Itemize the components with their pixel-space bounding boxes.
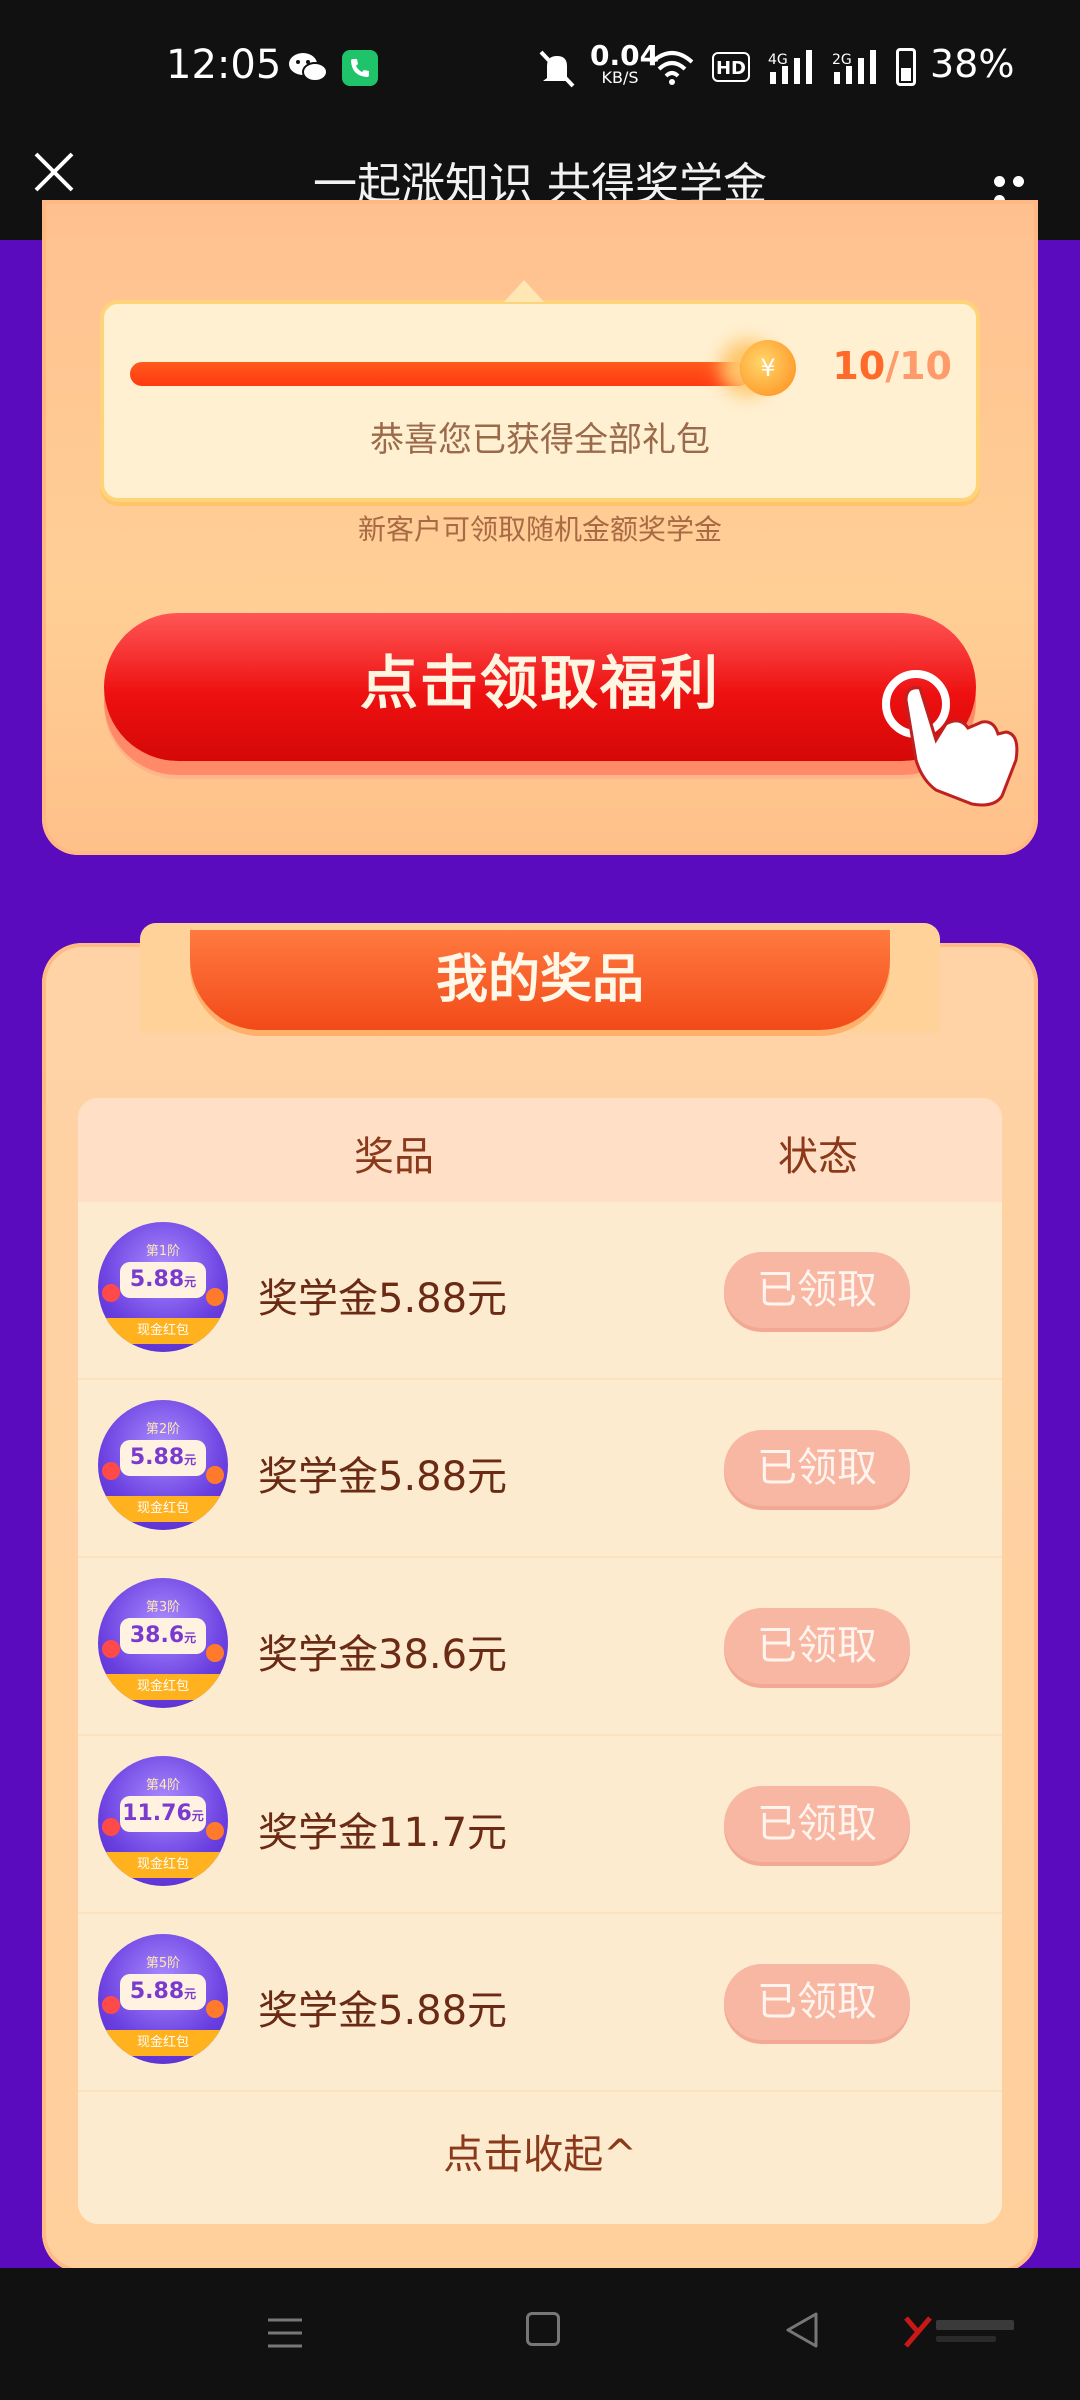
stage-label: 第2阶: [145, 1422, 181, 1437]
progress-current: 10: [832, 344, 886, 388]
stage-label: 第1阶: [145, 1244, 181, 1259]
battery-percent: 38%: [930, 42, 1015, 86]
signal-icon: 2G: [832, 50, 876, 84]
claimed-status-button[interactable]: 已领取: [724, 1430, 910, 1506]
prize-name: 奖学金11.7元: [258, 1810, 508, 1856]
watermark-logo: [904, 2316, 1014, 2348]
hd-icon: HD: [712, 52, 750, 82]
column-header-prize: 奖品: [354, 1134, 434, 1180]
amount-label: 5.88元: [120, 1974, 206, 2010]
navigation-bar: [0, 2268, 1080, 2400]
band-label: 现金红包: [98, 1318, 228, 1344]
progress-count: 10/10: [832, 344, 952, 388]
amount-label: 38.6元: [120, 1618, 206, 1654]
claimed-status-button[interactable]: 已领取: [724, 1786, 910, 1862]
band-label: 现金红包: [98, 1852, 228, 1878]
red-packet-thumbnail: 第2阶 5.88元 现金红包: [98, 1400, 228, 1530]
table-row: 第3阶 38.6元 现金红包 奖学金38.6元 已领取: [78, 1558, 1002, 1736]
table-row: 第5阶 5.88元 现金红包 奖学金5.88元 已领取: [78, 1914, 1002, 2092]
prize-name: 奖学金5.88元: [258, 1454, 508, 1500]
column-header-status: 状态: [778, 1134, 858, 1180]
net-speed-unit: KB/S: [601, 68, 639, 87]
prize-name: 奖学金38.6元: [258, 1632, 508, 1678]
red-packet-thumbnail: 第4阶 11.76元 现金红包: [98, 1756, 228, 1886]
coin-icon: ¥: [740, 340, 796, 396]
wifi-icon: [650, 51, 694, 85]
new-customer-note: 新客户可领取随机金额奖学金: [357, 513, 722, 546]
claimed-status-button[interactable]: 已领取: [724, 1964, 910, 2040]
signal-icon: 4G: [768, 50, 812, 84]
home-icon[interactable]: [526, 2312, 560, 2346]
prize-name: 奖学金5.88元: [258, 1988, 508, 2034]
progress-box: ¥ 10/10 恭喜您已获得全部礼包: [100, 280, 980, 502]
amount-label: 5.88元: [120, 1262, 206, 1298]
table-row: 第1阶 5.88元 现金红包 奖学金5.88元 已领取: [78, 1202, 1002, 1380]
stage-label: 第5阶: [145, 1956, 181, 1971]
prize-name: 奖学金5.88元: [258, 1276, 508, 1322]
battery-icon: [896, 48, 916, 86]
mute-icon: [539, 50, 575, 88]
red-packet-thumbnail: 第1阶 5.88元 现金红包: [98, 1222, 228, 1352]
progress-bar: [130, 362, 750, 386]
signal-2-label: 2G: [832, 52, 852, 68]
band-label: 现金红包: [98, 1496, 228, 1522]
band-label: 现金红包: [98, 2030, 228, 2056]
stage-label: 第4阶: [145, 1778, 181, 1793]
more-icon[interactable]: [994, 172, 1046, 206]
status-time: 12:05: [166, 42, 282, 88]
back-icon[interactable]: [782, 2310, 822, 2350]
claimed-status-button[interactable]: 已领取: [724, 1252, 910, 1328]
wechat-icon: [289, 53, 328, 82]
red-packet-thumbnail: 第3阶 38.6元 现金红包: [98, 1578, 228, 1708]
menu-icon[interactable]: [266, 2314, 304, 2352]
claim-welfare-button[interactable]: 点击领取福利: [104, 613, 976, 761]
prize-table: 奖品 状态 第1阶 5.88元 现金红包 奖学金5.88元 已领取 第2阶 5.…: [78, 1098, 1002, 2224]
stage-label: 第3阶: [145, 1600, 181, 1615]
table-row: 第2阶 5.88元 现金红包 奖学金5.88元 已领取: [78, 1380, 1002, 1558]
prize-header: 我的奖品: [190, 930, 890, 1030]
signal-1-label: 4G: [768, 52, 788, 68]
prize-table-header: 奖品 状态: [78, 1098, 1002, 1202]
net-speed: 0.04 KB/S: [590, 39, 660, 87]
amount-label: 5.88元: [120, 1440, 206, 1476]
progress-fill: [130, 362, 750, 386]
progress-message: 恭喜您已获得全部礼包: [370, 420, 710, 460]
net-speed-value: 0.04: [590, 39, 660, 72]
hand-pointer-icon: [882, 670, 1019, 807]
red-packet-thumbnail: 第5阶 5.88元 现金红包: [98, 1934, 228, 2064]
progress-total: 10: [899, 344, 952, 388]
amount-label: 11.76元: [120, 1796, 206, 1832]
status-bar: 12:05 0.04 KB/S HD 4G 2G 38%: [0, 0, 1080, 138]
collapse-link[interactable]: 点击收起^: [78, 2122, 1002, 2180]
progress-separator: /: [885, 344, 900, 388]
phone-icon: [342, 50, 378, 86]
claimed-status-button[interactable]: 已领取: [724, 1608, 910, 1684]
band-label: 现金红包: [98, 1674, 228, 1700]
table-row: 第4阶 11.76元 现金红包 奖学金11.7元 已领取: [78, 1736, 1002, 1914]
